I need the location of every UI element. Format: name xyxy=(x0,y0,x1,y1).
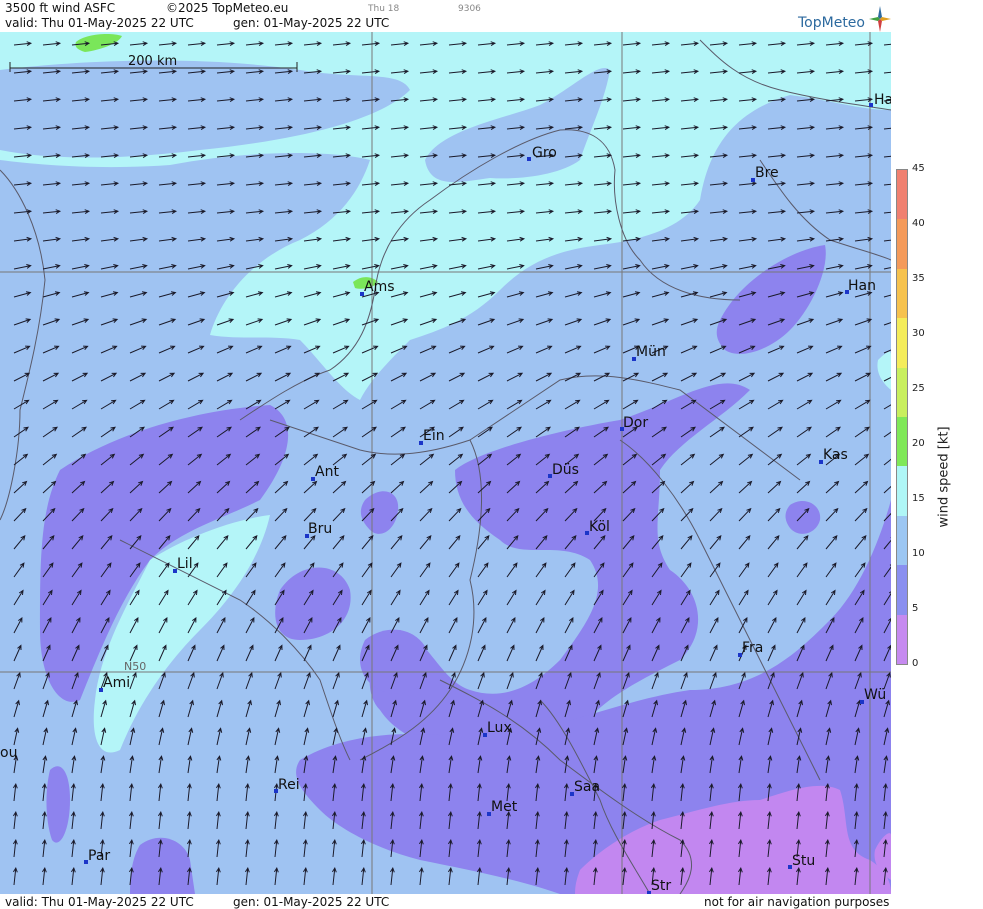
legend-segment xyxy=(897,318,907,368)
city-wu[interactable]: Wü xyxy=(860,687,886,704)
copyright: ©2025 TopMeteo.eu xyxy=(166,1,289,15)
city-gro[interactable]: Gro xyxy=(527,145,557,161)
svg-text:Str: Str xyxy=(651,878,671,894)
legend-segment xyxy=(897,614,907,664)
wind-map[interactable]: 200 km N50 Ha Gro Bre Ams Han Mün Dor Ei… xyxy=(0,32,891,894)
city-ou[interactable]: ou xyxy=(0,745,17,761)
svg-text:Bru: Bru xyxy=(308,521,332,537)
legend-segment xyxy=(897,367,907,417)
city-han[interactable]: Han xyxy=(845,278,876,294)
topmeteo-logo[interactable]: TopMeteo xyxy=(795,6,891,32)
svg-text:Par: Par xyxy=(88,848,110,864)
svg-text:ou: ou xyxy=(0,745,17,761)
legend-tick-label: 30 xyxy=(912,328,925,339)
svg-text:Rei: Rei xyxy=(278,777,300,793)
svg-text:Düs: Düs xyxy=(552,462,579,478)
product-title: 3500 ft wind ASFC xyxy=(5,1,116,15)
valid-time: valid: Thu 01-May-2025 22 UTC xyxy=(5,16,194,30)
legend-tick-label: 25 xyxy=(912,383,925,394)
svg-text:Lux: Lux xyxy=(487,720,512,736)
city-fra[interactable]: Fra xyxy=(738,640,763,657)
svg-text:Ant: Ant xyxy=(315,464,339,480)
legend-tick-label: 5 xyxy=(912,603,919,614)
legend-segment xyxy=(897,565,907,615)
city-kol[interactable]: Köl xyxy=(585,519,610,535)
legend-tick-label: 40 xyxy=(912,218,925,229)
footer-valid: valid: Thu 01-May-2025 22 UTC xyxy=(5,895,194,909)
svg-text:Köl: Köl xyxy=(589,519,610,535)
city-ein[interactable]: Ein xyxy=(419,428,445,445)
city-mun[interactable]: Mün xyxy=(632,344,666,361)
svg-text:Ami: Ami xyxy=(103,675,130,691)
legend-tick-label: 45 xyxy=(912,163,925,174)
latitude-label: N50 xyxy=(124,660,146,673)
legend-segment xyxy=(897,268,907,319)
city-stu[interactable]: Stu xyxy=(788,853,815,869)
legend-colorbar xyxy=(896,169,908,665)
svg-text:Lil: Lil xyxy=(177,556,193,572)
svg-text:Wü: Wü xyxy=(864,687,886,703)
logo-text: TopMeteo xyxy=(798,15,865,31)
city-kas[interactable]: Kas xyxy=(819,447,848,464)
city-ant[interactable]: Ant xyxy=(311,464,339,481)
legend-segment xyxy=(897,515,907,566)
svg-text:Dor: Dor xyxy=(623,415,648,431)
city-dus[interactable]: Düs xyxy=(548,462,579,478)
city-dor[interactable]: Dor xyxy=(620,415,648,431)
legend-tick-label: 10 xyxy=(912,548,925,559)
city-ami[interactable]: Ami xyxy=(99,675,130,692)
svg-text:Kas: Kas xyxy=(823,447,848,463)
legend-segment xyxy=(897,466,907,516)
svg-text:Fra: Fra xyxy=(742,640,763,656)
city-lux[interactable]: Lux xyxy=(483,720,512,737)
city-bru[interactable]: Bru xyxy=(305,521,332,538)
footer-generated: gen: 01-May-2025 22 UTC xyxy=(233,895,390,909)
legend-title: wind speed [kt] xyxy=(936,426,952,528)
legend-tick-label: 20 xyxy=(912,438,925,449)
city-bre[interactable]: Bre xyxy=(751,165,779,182)
svg-text:Ha: Ha xyxy=(874,92,891,108)
small-code: 9306 xyxy=(458,4,481,14)
city-saa[interactable]: Saa xyxy=(570,779,600,796)
legend-segment xyxy=(897,219,907,269)
legend-segment xyxy=(897,170,907,220)
legend-tick-label: 0 xyxy=(912,658,919,669)
city-par[interactable]: Par xyxy=(84,848,110,864)
city-met[interactable]: Met xyxy=(487,799,518,816)
legend-tick-label: 35 xyxy=(912,273,925,284)
legend-tick-label: 15 xyxy=(912,493,925,504)
svg-text:Han: Han xyxy=(848,278,876,294)
scale-label: 200 km xyxy=(128,54,177,69)
city-ams[interactable]: Ams xyxy=(360,279,395,296)
svg-text:Met: Met xyxy=(491,799,518,815)
compass-icon xyxy=(869,6,891,32)
svg-text:Ein: Ein xyxy=(423,428,445,444)
disclaimer: not for air navigation purposes xyxy=(704,895,890,909)
svg-text:Stu: Stu xyxy=(792,853,815,869)
small-day: Thu 18 xyxy=(368,4,400,14)
svg-text:Saa: Saa xyxy=(574,779,600,795)
map-canvas: 200 km N50 Ha Gro Bre Ams Han Mün Dor Ei… xyxy=(0,32,891,894)
svg-text:Ams: Ams xyxy=(364,279,395,295)
svg-text:Bre: Bre xyxy=(755,165,779,181)
svg-text:Mün: Mün xyxy=(636,344,666,360)
city-rei[interactable]: Rei xyxy=(274,777,300,793)
city-str[interactable]: Str xyxy=(647,878,671,894)
legend-segment xyxy=(897,416,907,467)
svg-text:Gro: Gro xyxy=(532,145,557,161)
generated-time: gen: 01-May-2025 22 UTC xyxy=(233,16,390,30)
